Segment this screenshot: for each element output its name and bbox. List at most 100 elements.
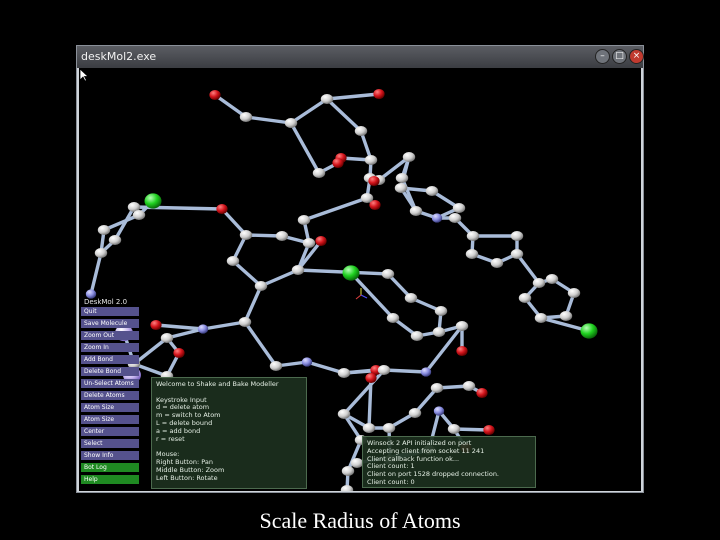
oxygen-atom[interactable]	[483, 424, 495, 436]
menu-item-bot-log-13[interactable]: Bot Log	[81, 463, 139, 472]
carbon-atom[interactable]	[291, 265, 305, 275]
carbon-atom[interactable]	[360, 193, 374, 203]
carbon-atom[interactable]	[132, 210, 146, 220]
bond[interactable]	[89, 251, 103, 296]
bond[interactable]	[302, 196, 369, 222]
bond[interactable]	[382, 368, 428, 374]
menu-item-delete-atoms-7[interactable]: Delete Atoms	[81, 391, 139, 400]
chlorine-atom[interactable]	[580, 323, 598, 339]
carbon-atom[interactable]	[409, 206, 423, 216]
carbon-atom[interactable]	[337, 368, 351, 378]
menu-item-center-10[interactable]: Center	[81, 427, 139, 436]
menu-item-select-11[interactable]: Select	[81, 439, 139, 448]
nitrogen-atom[interactable]	[431, 213, 443, 223]
maximize-button[interactable]: □	[612, 49, 627, 64]
nitrogen-atom[interactable]	[301, 357, 313, 367]
oxygen-atom[interactable]	[216, 203, 228, 215]
oxygen-atom[interactable]	[173, 347, 185, 359]
oxygen-atom[interactable]	[209, 89, 221, 101]
menu-item-un-select-atoms-6[interactable]: Un-Select Atoms	[81, 379, 139, 388]
carbon-atom[interactable]	[386, 313, 400, 323]
carbon-atom[interactable]	[490, 258, 504, 268]
menu-item-atom-size-8[interactable]: Atom Size	[81, 403, 139, 412]
oxygen-atom[interactable]	[368, 175, 380, 187]
menu-item-zoom-in-3[interactable]: Zoom In	[81, 343, 139, 352]
carbon-atom[interactable]	[160, 333, 174, 343]
close-button[interactable]: ×	[629, 49, 644, 64]
carbon-atom[interactable]	[534, 313, 548, 323]
carbon-atom[interactable]	[518, 293, 532, 303]
carbon-atom[interactable]	[510, 249, 524, 259]
carbon-atom[interactable]	[448, 213, 462, 223]
bond[interactable]	[259, 268, 300, 288]
bond[interactable]	[243, 320, 278, 368]
carbon-atom[interactable]	[94, 248, 108, 258]
carbon-atom[interactable]	[425, 186, 439, 196]
carbon-atom[interactable]	[434, 306, 448, 316]
carbon-atom[interactable]	[337, 409, 351, 419]
carbon-atom[interactable]	[269, 361, 283, 371]
carbon-atom[interactable]	[297, 215, 311, 225]
carbon-atom[interactable]	[226, 256, 240, 266]
carbon-atom[interactable]	[302, 238, 316, 248]
carbon-atom[interactable]	[238, 317, 252, 327]
carbon-atom[interactable]	[559, 311, 573, 321]
carbon-atom[interactable]	[254, 281, 268, 291]
chlorine-atom[interactable]	[342, 265, 360, 281]
bond[interactable]	[213, 93, 248, 119]
oxygen-atom[interactable]	[476, 387, 488, 399]
carbon-atom[interactable]	[532, 278, 546, 288]
carbon-atom[interactable]	[354, 126, 368, 136]
title-bar[interactable]: deskMol2.exe – □ ×	[77, 46, 644, 68]
carbon-atom[interactable]	[395, 173, 409, 183]
carbon-atom[interactable]	[364, 155, 378, 165]
carbon-atom[interactable]	[447, 424, 461, 434]
carbon-atom[interactable]	[312, 168, 326, 178]
bond[interactable]	[325, 97, 363, 133]
carbon-atom[interactable]	[239, 230, 253, 240]
carbon-atom[interactable]	[362, 423, 376, 433]
carbon-atom[interactable]	[432, 327, 446, 337]
oxygen-atom[interactable]	[373, 88, 385, 100]
bond[interactable]	[243, 284, 263, 324]
carbon-atom[interactable]	[377, 365, 391, 375]
bond[interactable]	[367, 376, 373, 430]
bond[interactable]	[515, 252, 541, 285]
carbon-atom[interactable]	[404, 293, 418, 303]
carbon-atom[interactable]	[465, 249, 479, 259]
oxygen-atom[interactable]	[332, 157, 344, 169]
minimize-button[interactable]: –	[595, 49, 610, 64]
carbon-atom[interactable]	[275, 231, 289, 241]
carbon-atom[interactable]	[97, 225, 111, 235]
oxygen-atom[interactable]	[365, 372, 377, 384]
carbon-atom[interactable]	[408, 408, 422, 418]
menu-item-delete-bond-5[interactable]: Delete Bond	[81, 367, 139, 376]
bond[interactable]	[289, 121, 321, 175]
menu-item-quit-0[interactable]: Quit	[81, 307, 139, 316]
carbon-atom[interactable]	[381, 269, 395, 279]
carbon-atom[interactable]	[455, 321, 469, 331]
menu-item-help-14[interactable]: Help	[81, 475, 139, 484]
chlorine-atom[interactable]	[144, 193, 162, 209]
menu-item-add-bond-4[interactable]: Add Bond	[81, 355, 139, 364]
carbon-atom[interactable]	[340, 485, 354, 491]
carbon-atom[interactable]	[341, 466, 355, 476]
carbon-atom[interactable]	[510, 231, 524, 241]
carbon-atom[interactable]	[284, 118, 298, 128]
menu-item-zoom-out-2[interactable]: Zoom Out	[81, 331, 139, 340]
carbon-atom[interactable]	[466, 231, 480, 241]
oxygen-atom[interactable]	[315, 235, 327, 247]
carbon-atom[interactable]	[545, 274, 559, 284]
bond[interactable]	[201, 320, 247, 331]
nitrogen-atom[interactable]	[420, 367, 432, 377]
carbon-atom[interactable]	[452, 203, 466, 213]
carbon-atom[interactable]	[410, 331, 424, 341]
carbon-atom[interactable]	[462, 381, 476, 391]
carbon-atom[interactable]	[402, 152, 416, 162]
carbon-atom[interactable]	[239, 112, 253, 122]
bond[interactable]	[289, 97, 329, 125]
bond[interactable]	[244, 115, 293, 125]
nitrogen-atom[interactable]	[197, 324, 209, 334]
bond[interactable]	[154, 323, 205, 331]
carbon-atom[interactable]	[430, 383, 444, 393]
